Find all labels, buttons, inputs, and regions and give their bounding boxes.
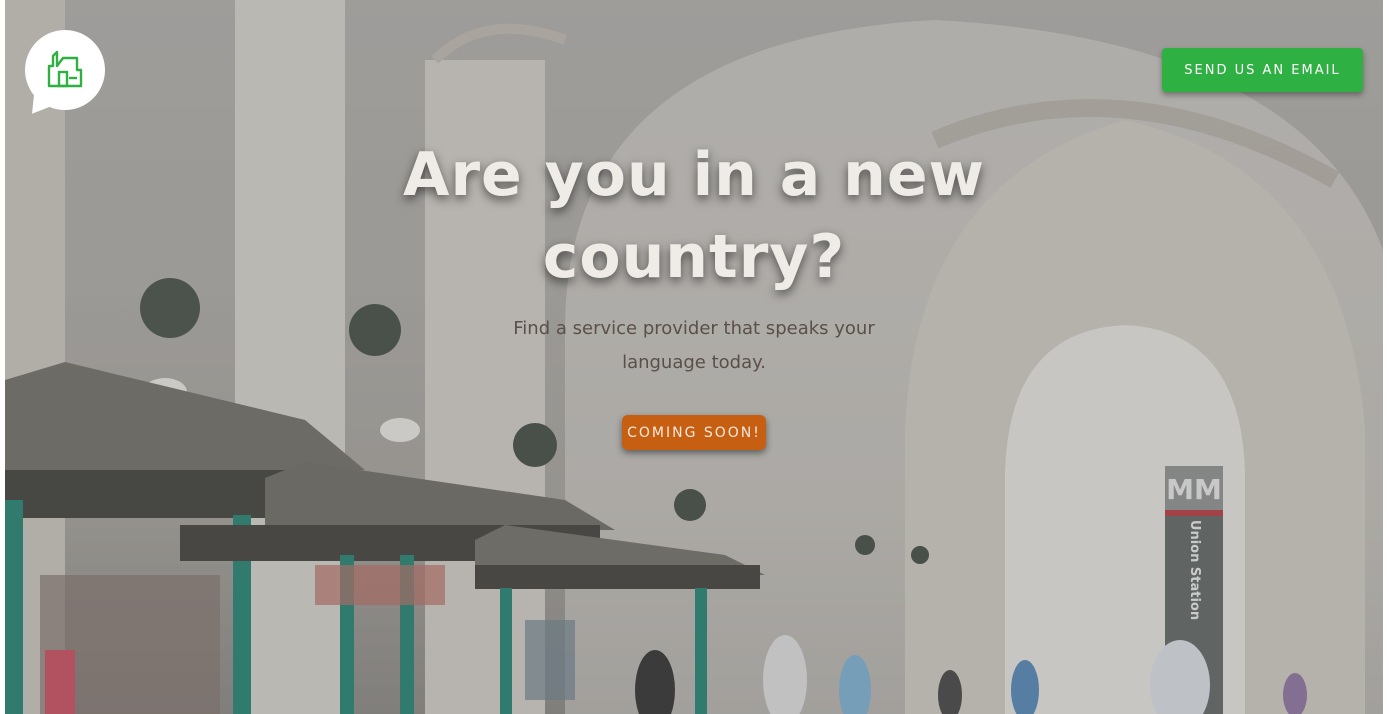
send-email-button[interactable]: SEND US AN EMAIL bbox=[1162, 48, 1363, 92]
hero-section: MM Union Station bbox=[5, 0, 1383, 714]
hero-headline: Are you in a new country? bbox=[403, 140, 985, 292]
house-speech-bubble-icon bbox=[47, 50, 83, 88]
hero-subtitle: Find a service provider that speaks your… bbox=[513, 318, 875, 373]
coming-soon-button[interactable]: COMING SOON! bbox=[622, 415, 766, 450]
logo[interactable] bbox=[23, 30, 105, 121]
